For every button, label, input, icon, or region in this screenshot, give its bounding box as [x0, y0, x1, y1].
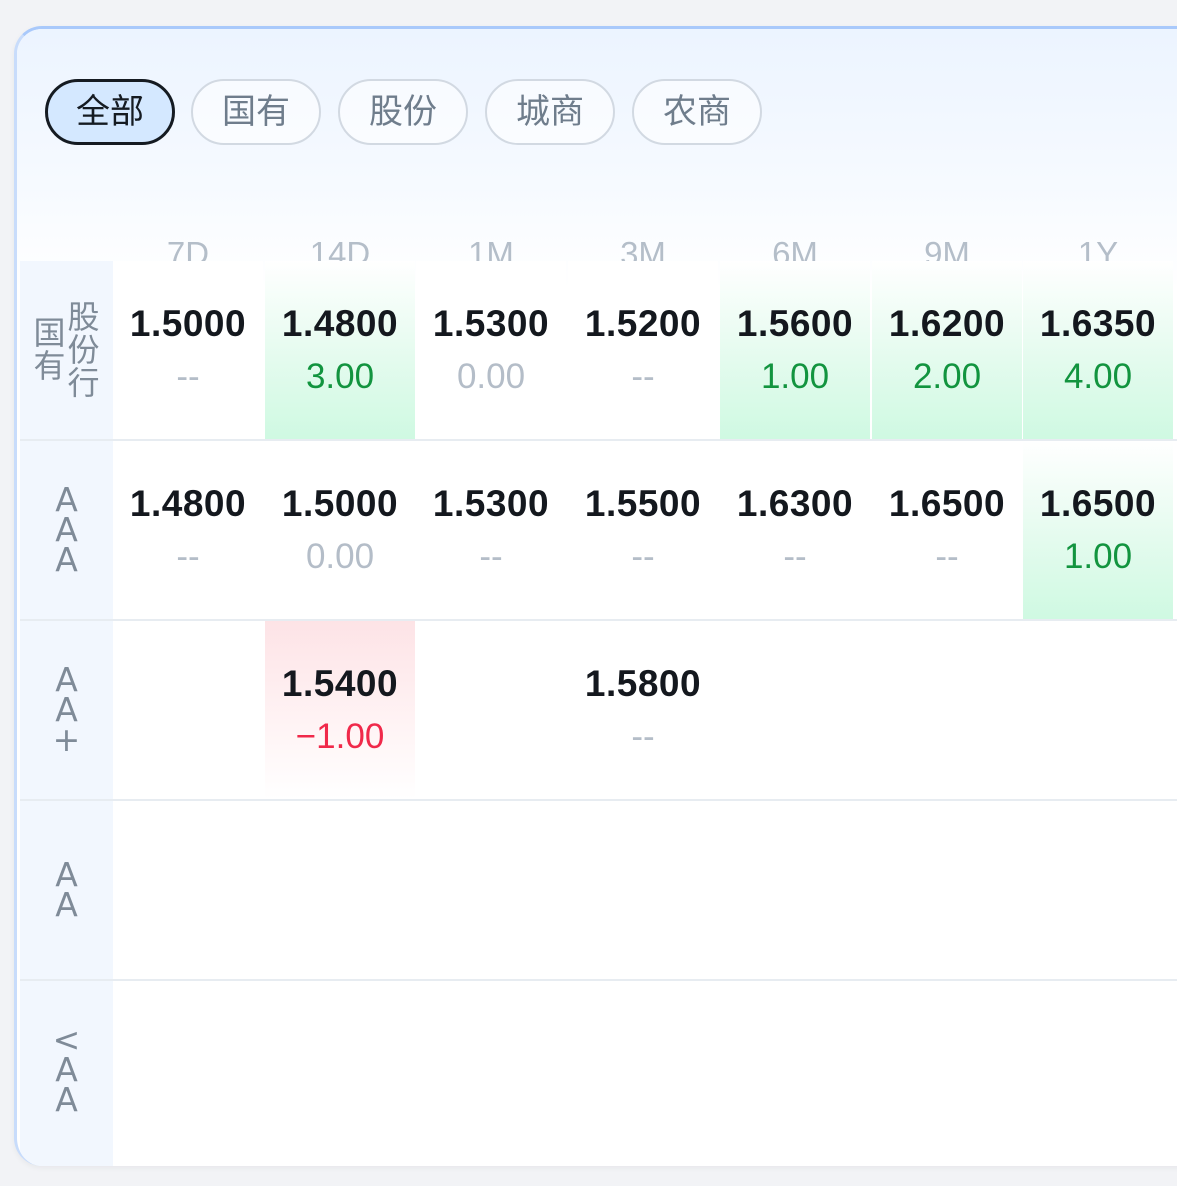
rate-cell [1023, 981, 1173, 1159]
rate-cell[interactable]: 1.5000 -- [113, 261, 263, 439]
rate-value: 1.6500 [888, 483, 1006, 524]
rate-value: 1.5300 [432, 483, 550, 524]
rate-cell[interactable]: 1.5200 -- [568, 261, 718, 439]
rate-matrix-card: 全部 国有 股份 城商 农商 7D 14D 1M 3M 6M 9M 1Y 国有股份行 1.50… [14, 26, 1177, 1166]
rate-value: 1.4800 [129, 483, 247, 524]
tab-joint-stock[interactable]: 股份 [338, 79, 468, 145]
rate-cell[interactable]: 1.5300 0.00 [416, 261, 566, 439]
rate-cell[interactable]: 1.5500 -- [568, 441, 718, 619]
rate-value: 1.5800 [584, 663, 702, 704]
rate-cell [265, 981, 415, 1159]
rate-cell [1023, 621, 1173, 799]
rate-cell[interactable]: 1.5400 −1.00 [265, 621, 415, 799]
rate-change: -- [935, 537, 959, 576]
rate-cell [416, 621, 566, 799]
rate-value: 1.5000 [281, 483, 399, 524]
rate-cell [113, 801, 263, 979]
rate-cell[interactable]: 1.5600 1.00 [720, 261, 870, 439]
rate-cell [416, 801, 566, 979]
rate-value: 1.5200 [584, 303, 702, 344]
rate-cell [113, 981, 263, 1159]
rate-value: 1.5000 [129, 303, 247, 344]
rate-change: -- [176, 537, 200, 576]
rate-cell[interactable]: 1.5300 -- [416, 441, 566, 619]
row-label-2: A A + [52, 660, 81, 759]
rate-change: 3.00 [305, 357, 375, 396]
rate-cell [416, 981, 566, 1159]
rate-cell [720, 981, 870, 1159]
rate-cell [720, 621, 870, 799]
rate-cell [568, 981, 718, 1159]
rate-cell [872, 621, 1022, 799]
rate-change: 1.00 [1063, 537, 1133, 576]
row-label-3: AA [55, 855, 78, 924]
tab-city-commercial[interactable]: 城商 [485, 79, 615, 145]
rate-change: -- [631, 717, 655, 756]
rate-cell [113, 621, 263, 799]
rate-change: 0.00 [456, 357, 526, 396]
rate-cell [872, 801, 1022, 979]
tab-rural-commercial[interactable]: 农商 [632, 79, 762, 145]
rate-change: −1.00 [295, 717, 385, 756]
rate-value: 1.5300 [432, 303, 550, 344]
rate-change: 0.00 [305, 537, 375, 576]
rate-change: 2.00 [912, 357, 982, 396]
row-label-1: AAA [55, 480, 78, 579]
rate-cell[interactable]: 1.4800 3.00 [265, 261, 415, 439]
rate-cell[interactable]: 1.4800 -- [113, 441, 263, 619]
rate-value: 1.6350 [1039, 303, 1157, 344]
rate-cell[interactable]: 1.6200 2.00 [872, 261, 1022, 439]
rate-cell[interactable]: 1.5000 0.00 [265, 441, 415, 619]
rate-value: 1.5400 [281, 663, 399, 704]
rate-change: 4.00 [1063, 357, 1133, 396]
row-label-0: 国有股份行 [33, 297, 100, 402]
rate-change: -- [783, 537, 807, 576]
rate-cell[interactable]: 1.6500 1.00 [1023, 441, 1173, 619]
rate-change: -- [176, 357, 200, 396]
rate-cell [568, 801, 718, 979]
rate-cell [720, 801, 870, 979]
rate-value: 1.6300 [736, 483, 854, 524]
rate-cell[interactable]: 1.6300 -- [720, 441, 870, 619]
rate-cell [265, 801, 415, 979]
row-label-4: < A A [52, 1020, 81, 1119]
rate-cell[interactable]: 1.5800 -- [568, 621, 718, 799]
rate-cell [1023, 801, 1173, 979]
rate-value: 1.5500 [584, 483, 702, 524]
tab-all[interactable]: 全部 [45, 79, 175, 145]
rate-value: 1.6500 [1039, 483, 1157, 524]
rate-value: 1.6200 [888, 303, 1006, 344]
rate-change: -- [631, 357, 655, 396]
rate-cell[interactable]: 1.6350 4.00 [1023, 261, 1173, 439]
rate-value: 1.4800 [281, 303, 399, 344]
rate-change: 1.00 [760, 357, 830, 396]
tab-state-owned[interactable]: 国有 [191, 79, 321, 145]
rate-change: -- [479, 537, 503, 576]
rate-cell [872, 981, 1022, 1159]
rate-cell[interactable]: 1.6500 -- [872, 441, 1022, 619]
rate-change: -- [631, 537, 655, 576]
rate-value: 1.5600 [736, 303, 854, 344]
